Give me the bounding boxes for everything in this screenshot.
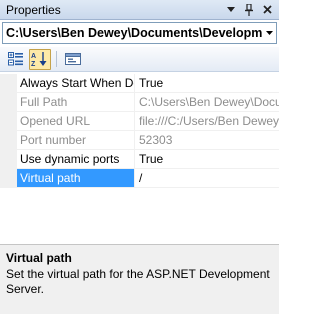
close-icon[interactable]: [259, 2, 275, 18]
object-selector-value: C:\Users\Ben Dewey\Documents\Development: [6, 26, 262, 40]
property-value-field[interactable]: /: [135, 169, 279, 188]
pin-icon[interactable]: [241, 2, 257, 18]
property-row-use-dynamic-ports[interactable]: Use dynamic ports True: [0, 150, 279, 169]
property-name: Virtual path: [17, 169, 135, 188]
chevron-down-icon[interactable]: [262, 23, 276, 43]
property-value-field[interactable]: 52303: [135, 131, 279, 150]
alphabetical-icon: A Z: [31, 52, 47, 67]
property-value-field[interactable]: True: [135, 150, 279, 169]
property-name: Full Path: [17, 93, 135, 112]
property-value-field[interactable]: file:///C:/Users/Ben Dewey/Do: [135, 112, 279, 131]
row-gutter: [0, 150, 17, 169]
property-name: Use dynamic ports: [17, 150, 135, 169]
svg-text:Z: Z: [31, 61, 36, 67]
row-gutter: [0, 74, 17, 93]
property-value-field[interactable]: True: [135, 74, 279, 93]
object-selector-dropdown[interactable]: C:\Users\Ben Dewey\Documents\Development: [2, 22, 277, 44]
property-row-virtual-path[interactable]: Virtual path /: [0, 169, 279, 188]
property-row-opened-url[interactable]: Opened URL file:///C:/Users/Ben Dewey/Do: [0, 112, 279, 131]
svg-text:A: A: [31, 53, 36, 60]
row-gutter: [0, 112, 17, 131]
categorized-icon: [8, 52, 23, 66]
properties-toolbar: A Z: [0, 47, 279, 72]
property-name: Always Start When Debugging: [17, 74, 135, 93]
row-gutter: [0, 131, 17, 150]
window-title: Properties: [6, 2, 61, 17]
categorized-button[interactable]: [5, 49, 27, 70]
property-row-full-path[interactable]: Full Path C:\Users\Ben Dewey\Documents: [0, 93, 279, 112]
property-pages-icon: [65, 53, 81, 65]
alphabetical-button[interactable]: A Z: [29, 48, 51, 70]
property-row-port-number[interactable]: Port number 52303: [0, 131, 279, 150]
property-pages-button[interactable]: [62, 49, 84, 70]
row-gutter: [0, 93, 17, 112]
dropdown-triangle-icon[interactable]: [223, 2, 239, 18]
properties-title-bar: Properties: [0, 0, 279, 20]
property-grid: Always Start When Debugging True Full Pa…: [0, 74, 279, 242]
row-gutter: [0, 169, 17, 188]
property-name: Port number: [17, 131, 135, 150]
toolbar-separator: [56, 51, 57, 67]
description-title: Virtual path: [6, 251, 72, 265]
property-name: Opened URL: [17, 112, 135, 131]
property-value-field[interactable]: C:\Users\Ben Dewey\Documents: [135, 93, 279, 112]
property-row-always-start[interactable]: Always Start When Debugging True: [0, 74, 279, 93]
description-panel: Virtual path Set the virtual path for th…: [0, 244, 279, 314]
description-text: Set the virtual path for the ASP.NET Dev…: [6, 267, 270, 296]
